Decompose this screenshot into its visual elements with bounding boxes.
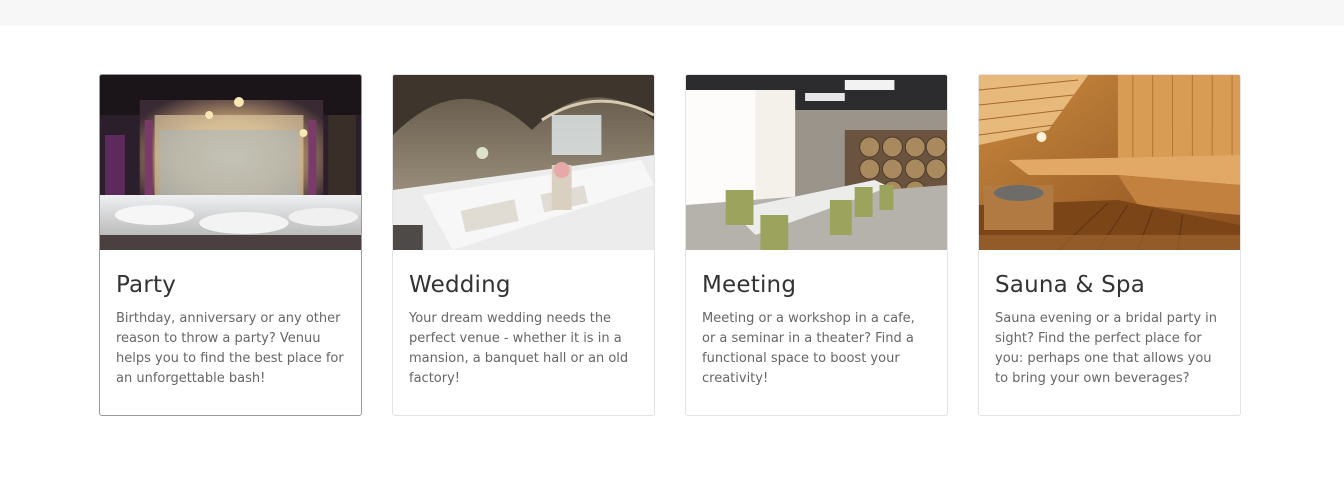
card-title[interactable]: Sauna & Spa [995,270,1224,300]
card-sauna-spa[interactable]: Sauna & Spa Sauna evening or a bridal pa… [978,74,1241,416]
card-description: Meeting or a workshop in a cafe, or a se… [702,311,915,386]
meeting-image[interactable] [686,75,947,250]
party-image[interactable] [100,75,361,250]
card-description: Your dream wedding needs the perfect ven… [409,311,629,386]
card-description: Birthday, anniversary or any other reaso… [116,311,344,386]
card-title[interactable]: Wedding [409,270,638,300]
card-wedding[interactable]: Wedding Your dream wedding needs the per… [392,74,655,416]
card-title[interactable]: Party [116,270,345,300]
wedding-image[interactable] [393,75,654,250]
card-description: Sauna evening or a bridal party in sight… [995,311,1217,386]
sauna-image[interactable] [979,75,1240,250]
card-title[interactable]: Meeting [702,270,931,300]
top-bar [0,0,1344,26]
venue-category-cards: Party Birthday, anniversary or any other… [99,74,1241,416]
card-party[interactable]: Party Birthday, anniversary or any other… [99,74,362,416]
card-meeting[interactable]: Meeting Meeting or a workshop in a cafe,… [685,74,948,416]
